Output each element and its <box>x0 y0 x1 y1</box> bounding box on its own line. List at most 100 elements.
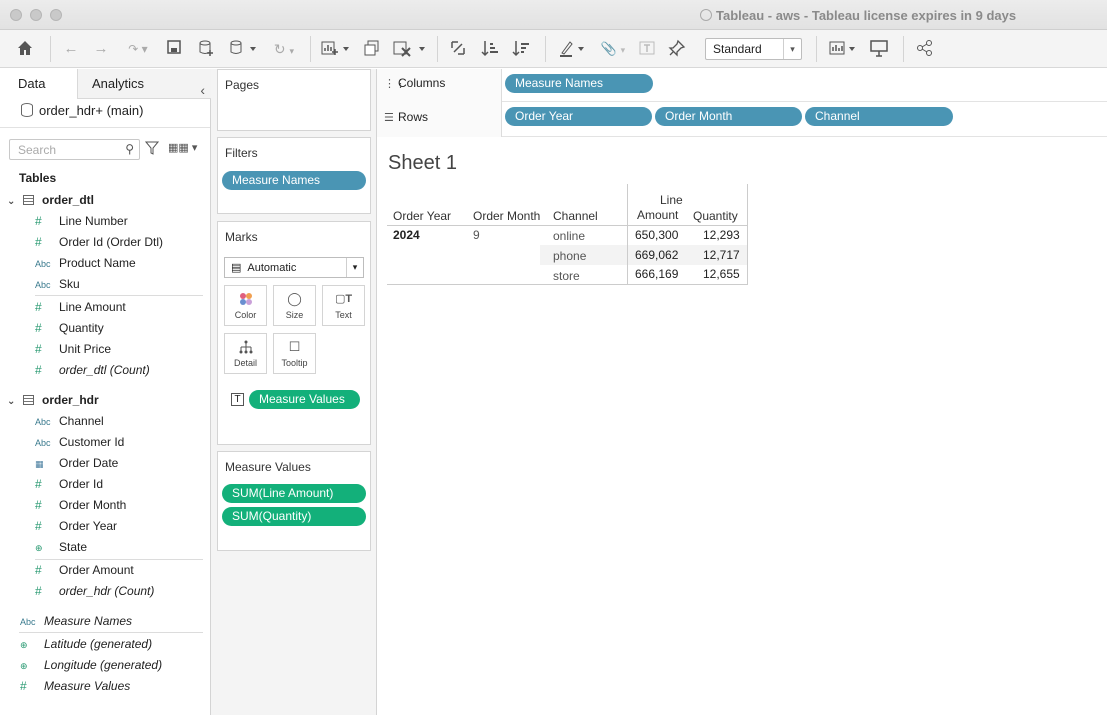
pin-icon[interactable] <box>668 39 688 59</box>
tab-analytics[interactable]: Analytics ‹ <box>77 69 211 99</box>
chevron-down-icon[interactable]: ⌄ <box>7 396 21 407</box>
tab-data[interactable]: Data <box>0 69 77 99</box>
table-group-order-dtl[interactable]: ⌄ order_dtl <box>7 193 94 207</box>
table-group-order-hdr[interactable]: ⌄ order_hdr <box>7 393 99 407</box>
grid-line <box>387 284 747 285</box>
zoom-window-button[interactable] <box>50 9 62 21</box>
field-item[interactable]: # Quantity <box>35 318 104 338</box>
show-labels-icon[interactable] <box>638 39 658 59</box>
field-item[interactable]: ⊕ Latitude (generated) <box>20 634 152 654</box>
redo-arrow-icon[interactable]: → <box>92 39 110 59</box>
header-order-month[interactable]: Order Month <box>473 209 540 223</box>
home-icon[interactable] <box>16 39 36 59</box>
sort-descending-icon[interactable] <box>512 39 532 59</box>
field-item[interactable]: # Order Month <box>35 495 126 515</box>
close-window-button[interactable] <box>10 9 22 21</box>
field-label: Order Amount <box>59 563 134 577</box>
cell-order-year[interactable]: 2024 <box>393 228 420 242</box>
field-item[interactable]: # Order Id <box>35 474 103 494</box>
save-icon[interactable] <box>166 39 184 59</box>
measure-pill-line-amount[interactable]: SUM(Line Amount) <box>222 484 366 503</box>
pause-updates-icon[interactable] <box>228 39 262 59</box>
field-item[interactable]: Abc Customer Id <box>35 432 124 452</box>
text-button[interactable]: ▢T Text <box>322 285 365 326</box>
group-members-icon[interactable]: 📎 ▾ <box>596 39 630 59</box>
new-datasource-icon[interactable] <box>197 39 215 59</box>
pages-card[interactable]: Pages <box>217 69 371 131</box>
cell-channel[interactable]: online <box>553 229 585 243</box>
field-item[interactable]: ▦ Order Date <box>35 453 118 473</box>
field-item[interactable]: # Unit Price <box>35 339 111 359</box>
replay-icon[interactable]: ↷ ▾ <box>121 39 155 59</box>
grid-line <box>747 184 748 285</box>
field-item[interactable]: Abc Channel <box>35 411 104 431</box>
swap-rows-columns-icon[interactable] <box>449 39 469 59</box>
field-item[interactable]: ⊕ Longitude (generated) <box>20 655 162 675</box>
rows-shelf[interactable]: ☰ Rows Order Year Order Month Channel <box>377 102 1107 137</box>
detail-button[interactable]: Detail <box>224 333 267 374</box>
cell-order-month[interactable]: 9 <box>473 228 480 242</box>
marks-pill-measure-values[interactable]: Measure Values <box>249 390 360 409</box>
duplicate-sheet-icon[interactable] <box>363 39 383 59</box>
mark-type-dropdown[interactable]: ▤ Automatic ▾ <box>224 257 364 278</box>
share-icon[interactable] <box>916 39 936 59</box>
field-item[interactable]: Abc Measure Names <box>20 611 132 631</box>
header-order-year[interactable]: Order Year <box>393 209 451 223</box>
number-type-icon: # <box>35 363 42 377</box>
field-item[interactable]: # Measure Values <box>20 676 130 696</box>
header-channel[interactable]: Channel <box>553 209 598 223</box>
tableau-logo-icon <box>700 9 712 21</box>
cell-line-amount[interactable]: 666,169 <box>635 267 678 281</box>
collapse-pane-icon[interactable]: ‹ <box>200 75 205 105</box>
field-item[interactable]: # order_hdr (Count) <box>35 581 154 601</box>
marks-card: Marks ▤ Automatic ▾ Color ◯ Size ▢T Text … <box>217 221 371 445</box>
cell-quantity[interactable]: 12,655 <box>703 267 740 281</box>
view-options-icon[interactable]: ▦▦ ▾ <box>168 141 197 154</box>
field-item[interactable]: # Line Number <box>35 211 128 231</box>
cell-line-amount[interactable]: 669,062 <box>635 248 678 262</box>
tooltip-button[interactable]: ☐ Tooltip <box>273 333 316 374</box>
field-item[interactable]: # Order Amount <box>35 560 134 580</box>
refresh-icon[interactable]: ↻ ▾ <box>266 39 302 59</box>
rows-pill-channel[interactable]: Channel <box>805 107 953 126</box>
datasource-item[interactable]: order_hdr+ (main) <box>21 103 143 118</box>
rows-pill-order-month[interactable]: Order Month <box>655 107 802 126</box>
show-me-icon[interactable] <box>829 39 861 59</box>
highlight-icon[interactable] <box>558 39 592 59</box>
cell-quantity[interactable]: 12,293 <box>703 228 740 242</box>
divider <box>0 127 210 128</box>
minimize-window-button[interactable] <box>30 9 42 21</box>
undo-arrow-icon[interactable]: ← <box>62 39 80 59</box>
header-line-amount-line1[interactable]: Line <box>660 193 683 207</box>
field-item[interactable]: # order_dtl (Count) <box>35 360 150 380</box>
sort-ascending-icon[interactable] <box>481 39 501 59</box>
chevron-down-icon[interactable]: ⌄ <box>7 196 21 207</box>
field-item[interactable]: Abc Product Name <box>35 253 136 273</box>
measure-pill-quantity[interactable]: SUM(Quantity) <box>222 507 366 526</box>
columns-pill-measure-names[interactable]: Measure Names <box>505 74 653 93</box>
field-item[interactable]: Abc Sku <box>35 274 80 294</box>
rows-pill-order-year[interactable]: Order Year <box>505 107 652 126</box>
clear-sheet-icon[interactable] <box>393 39 429 59</box>
number-type-icon: # <box>35 477 42 491</box>
new-worksheet-icon[interactable] <box>321 39 355 59</box>
filters-card[interactable]: Filters Measure Names <box>217 137 371 214</box>
cell-channel[interactable]: phone <box>553 249 586 263</box>
field-item[interactable]: # Line Amount <box>35 297 126 317</box>
search-input[interactable]: Search ⚲ <box>9 139 140 160</box>
cell-line-amount[interactable]: 650,300 <box>635 228 678 242</box>
header-line-amount-line2[interactable]: Amount <box>637 208 678 222</box>
cell-quantity[interactable]: 12,717 <box>703 248 740 262</box>
header-quantity[interactable]: Quantity <box>693 209 738 223</box>
fit-dropdown[interactable]: Standard ▾ <box>705 38 802 60</box>
filter-icon[interactable] <box>144 141 160 158</box>
field-item[interactable]: ⊕ State <box>35 537 87 557</box>
filter-pill-measure-names[interactable]: Measure Names <box>222 171 366 190</box>
field-item[interactable]: # Order Year <box>35 516 117 536</box>
cell-channel[interactable]: store <box>553 269 580 283</box>
columns-shelf[interactable]: ⋮⋮Columns Measure Names <box>377 69 1107 102</box>
size-button[interactable]: ◯ Size <box>273 285 316 326</box>
field-item[interactable]: # Order Id (Order Dtl) <box>35 232 163 252</box>
presentation-mode-icon[interactable] <box>870 39 890 59</box>
color-button[interactable]: Color <box>224 285 267 326</box>
